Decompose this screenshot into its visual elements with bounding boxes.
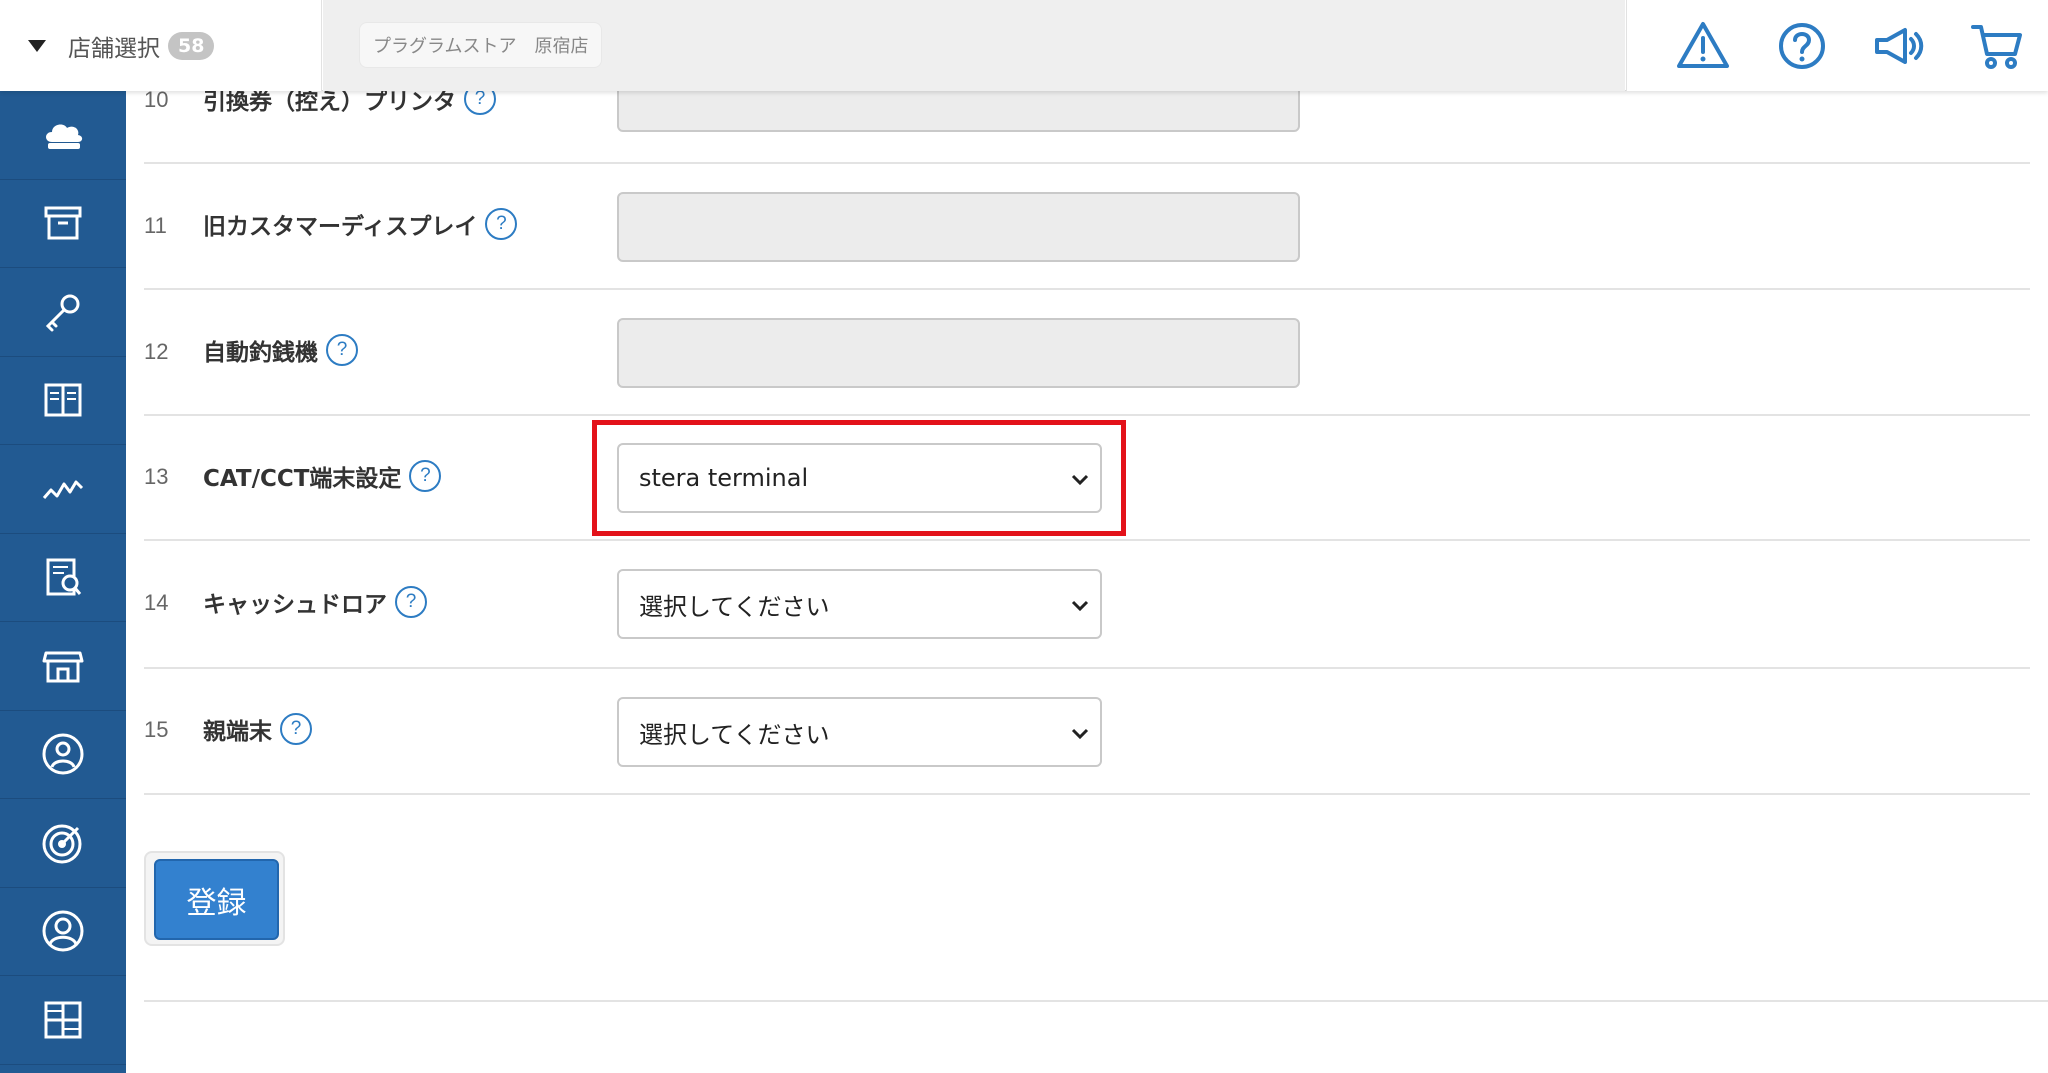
top-bar: 店舗選択 58 プラグラムストア 原宿店 (0, 0, 2048, 91)
user-badge-icon (42, 733, 84, 775)
cloud-icon (46, 124, 83, 149)
setting-label-auto-change-machine: 自動釣銭機 (203, 340, 318, 366)
row-label: 親端末 ? (203, 712, 312, 746)
cash-drawer-select[interactable]: 選択してください (617, 569, 1102, 639)
store-select-dropdown[interactable]: 店舗選択 58 (0, 0, 322, 91)
row-number: 12 (144, 339, 169, 364)
setting-label-old-customer-display: 旧カスタマーディスプレイ (203, 214, 478, 240)
warning-icon[interactable] (1675, 18, 1731, 74)
setting-label-cat-cct: CAT/CCT端末設定 (203, 466, 402, 492)
row-label: 旧カスタマーディスプレイ ? (203, 207, 518, 241)
report-search-icon (46, 558, 82, 596)
store-select-label: 店舗選択 (68, 35, 160, 62)
highlight-box (592, 420, 1126, 536)
help-icon[interactable] (1774, 18, 1830, 74)
help-icon[interactable]: ? (280, 713, 312, 745)
setting-row-15: 15 親端末 ? 選択してください (144, 669, 2030, 795)
submit-button-wrapper: 登録 (144, 851, 285, 946)
caret-down-icon (28, 39, 46, 52)
parent-terminal-select[interactable]: 選択してください (617, 697, 1102, 767)
user-icon (42, 910, 84, 952)
row-label: キャッシュドロア ? (203, 585, 427, 619)
help-icon[interactable]: ? (326, 334, 358, 366)
store-icon (42, 651, 84, 683)
key-icon (45, 294, 80, 332)
setting-row-14: 14 キャッシュドロア ? 選択してください (144, 541, 2030, 669)
setting-row-11: 11 旧カスタマーディスプレイ ? (144, 164, 2030, 290)
row-number: 15 (144, 717, 169, 742)
register-button[interactable]: 登録 (154, 859, 279, 940)
settings-main: 10 引換券（控え）プリンタ ? 11 旧カスタマーディスプレイ ? 12 自動… (126, 0, 2048, 1073)
sidebar-item-apps[interactable] (0, 976, 126, 1065)
sidebar-item-customers[interactable] (0, 888, 126, 976)
row-number: 11 (144, 213, 167, 238)
row-label: 自動釣銭機 ? (203, 333, 358, 367)
old-customer-display-field (617, 192, 1300, 262)
sidebar-item-staff[interactable] (0, 711, 126, 799)
cart-icon[interactable] (1969, 18, 2025, 74)
current-store-chip[interactable]: プラグラムストア 原宿店 (359, 22, 603, 68)
header-icon-bar (1626, 0, 2048, 91)
row-number: 14 (144, 590, 169, 615)
sidebar-item-reports[interactable] (0, 534, 126, 622)
row-number: 13 (144, 464, 169, 489)
sidebar-item-book[interactable] (0, 357, 126, 445)
chevron-down-icon (1071, 600, 1089, 612)
row-label: CAT/CCT端末設定 ? (203, 459, 442, 493)
setting-label-parent-terminal: 親端末 (203, 719, 272, 745)
auto-change-machine-field (617, 318, 1300, 388)
help-icon[interactable]: ? (409, 460, 442, 492)
help-icon[interactable]: ? (485, 208, 518, 240)
divider (144, 1000, 2048, 1002)
store-count-badge: 58 (168, 31, 215, 60)
target-icon (42, 824, 82, 864)
sidebar-item-cloud[interactable] (0, 91, 126, 180)
help-icon[interactable]: ? (395, 586, 427, 618)
select-value: 選択してください (639, 720, 830, 749)
book-icon (44, 383, 82, 417)
sidebar-item-analytics[interactable] (0, 445, 126, 534)
archive-box-icon (44, 206, 82, 240)
sidebar-item-target[interactable] (0, 799, 126, 888)
chevron-down-icon (1071, 728, 1089, 740)
sidebar-item-key[interactable] (0, 268, 126, 357)
current-store-area: プラグラムストア 原宿店 (323, 0, 1625, 91)
setting-row-12: 12 自動釣銭機 ? (144, 290, 2030, 416)
setting-label-cash-drawer: キャッシュドロア (203, 592, 387, 618)
select-value: 選択してください (639, 592, 830, 621)
grid-icon (44, 1001, 82, 1039)
announcement-icon[interactable] (1871, 18, 1927, 74)
sidebar-item-archive[interactable] (0, 180, 126, 268)
trend-chart-icon (42, 480, 84, 499)
sidebar-item-store[interactable] (0, 622, 126, 711)
sidebar-nav (0, 91, 126, 1073)
